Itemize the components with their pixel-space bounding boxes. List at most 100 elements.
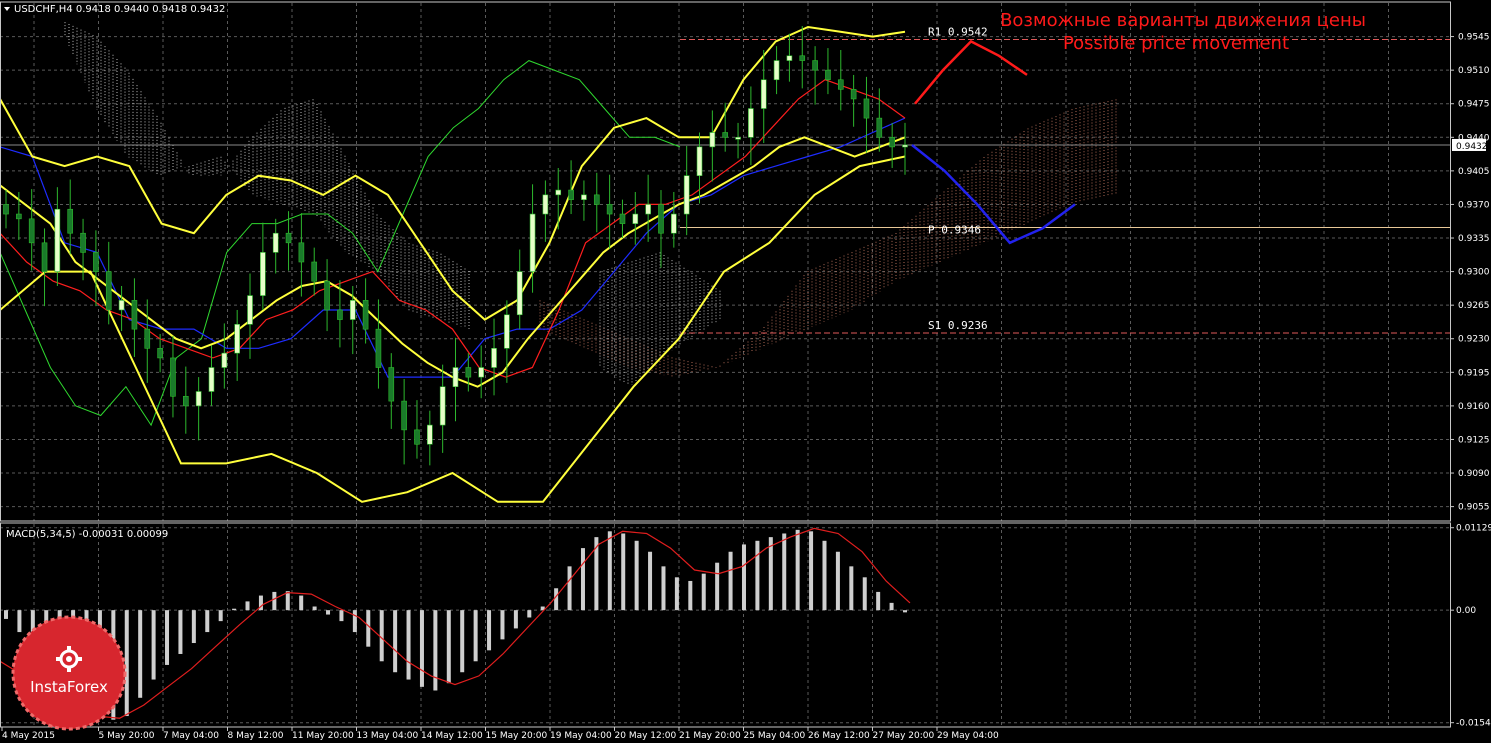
candle-body — [850, 89, 857, 100]
macd-bar — [419, 610, 424, 687]
y-tick-label: 0.9125 — [1458, 435, 1490, 445]
macd-bar — [460, 610, 465, 673]
candle-body — [183, 395, 189, 407]
candle-body — [658, 204, 664, 234]
candle-body — [568, 189, 574, 200]
candle-body — [221, 352, 228, 368]
candle-body — [311, 261, 318, 282]
x-tick-label: 21 May 20:00 — [679, 731, 741, 741]
pivot-label: P 0.9346 — [928, 223, 981, 236]
x-tick-label: 25 May 04:00 — [744, 731, 806, 741]
candle-body — [272, 232, 279, 253]
macd-bar — [4, 610, 8, 619]
x-tick-label: 11 May 20:00 — [292, 731, 354, 741]
x-tick-label: 8 May 12:00 — [228, 731, 284, 741]
macd-info: MACD(5,34,5) -0.00031 0.00099 — [6, 529, 168, 540]
y-tick-label: 0.9510 — [1458, 66, 1490, 76]
y-tick-label: 0.9545 — [1458, 33, 1490, 43]
x-tick-label: 7 May 04:00 — [163, 731, 219, 741]
candle-body — [645, 204, 651, 215]
macd-bar — [554, 588, 559, 611]
current-price-label: 0.9432 — [1456, 142, 1488, 152]
macd-bar — [728, 551, 733, 611]
candle-body — [516, 271, 523, 316]
candle-body — [337, 309, 343, 320]
instaforex-logo: InstaForex — [11, 615, 127, 731]
candle-body — [375, 328, 382, 368]
y-tick-label: 0.9160 — [1458, 402, 1490, 412]
macd-bar — [674, 577, 679, 611]
y-tick-label: 0.9055 — [1458, 503, 1490, 513]
x-tick-label: 5 May 20:00 — [99, 731, 155, 741]
candle-body — [452, 367, 459, 388]
macd-bar — [366, 610, 371, 647]
macd-bar — [487, 610, 492, 651]
macd-bar — [473, 610, 478, 662]
candle-body — [581, 194, 587, 200]
macd-bar — [138, 610, 143, 698]
candle-body — [555, 189, 562, 196]
macd-bar — [782, 533, 787, 611]
macd-bar — [500, 610, 505, 640]
y-tick-label: 0.9370 — [1458, 200, 1490, 210]
candle-body — [529, 213, 536, 272]
x-tick-label: 13 May 04:00 — [357, 731, 419, 741]
macd-bar — [688, 580, 693, 611]
candle-body — [735, 136, 741, 140]
macd-bar — [393, 610, 398, 673]
candle-body — [349, 300, 356, 320]
macd-bar — [352, 610, 357, 633]
candle-body — [491, 348, 497, 368]
macd-bar — [741, 544, 746, 611]
candle-body — [234, 324, 240, 354]
candle-body — [362, 300, 369, 330]
macd-bar — [903, 610, 907, 613]
macd-bar — [312, 606, 317, 611]
macd-bar — [326, 610, 331, 615]
candle-body — [696, 146, 703, 176]
candle-body — [606, 204, 613, 215]
macd-bar — [862, 577, 867, 611]
candle-body — [105, 271, 112, 311]
chart: R1 0.9542 P 0.9346 S1 0.9236 0.9545 0.9510 0… — [0, 0, 1491, 743]
candle-body — [748, 108, 754, 138]
macd-bar — [648, 551, 653, 611]
macd-bar — [755, 540, 760, 611]
x-tick-label: 15 May 20:00 — [486, 731, 548, 741]
macd-bar — [232, 608, 237, 611]
candle-body — [324, 280, 330, 311]
macd-bar — [889, 602, 894, 611]
macd-y-tick-label: 0.01129 — [1456, 524, 1491, 534]
macd-y-tick-label: 0.00 — [1456, 606, 1476, 616]
macd-bar — [165, 610, 170, 665]
candle-body — [28, 218, 35, 244]
candle-body — [504, 314, 510, 349]
y-tick-label: 0.9475 — [1458, 100, 1490, 110]
pivot-label: R1 0.9542 — [928, 25, 988, 38]
candle-body — [67, 208, 74, 234]
macd-bar — [272, 591, 277, 611]
candle-body — [427, 424, 433, 445]
macd-bar — [205, 610, 210, 633]
macd-bar — [621, 533, 626, 611]
candle-body — [401, 400, 407, 431]
candle-body — [837, 79, 844, 90]
x-tick-label: 20 May 12:00 — [615, 731, 677, 741]
y-tick-label: 0.9265 — [1458, 301, 1490, 311]
annotation-en: Possible price movement — [1063, 33, 1289, 54]
x-tick-label: 14 May 12:00 — [421, 731, 483, 741]
candle-body — [285, 232, 292, 244]
macd-bar — [715, 562, 720, 611]
candle-body — [260, 252, 266, 296]
macd-bar — [339, 610, 344, 622]
candle-body — [54, 208, 61, 272]
annotation-ru: Возможные варианты движения цены — [1000, 10, 1366, 31]
candle-body — [195, 391, 202, 407]
candle-body — [93, 252, 99, 272]
macd-bar — [634, 540, 639, 611]
macd-bar — [245, 601, 250, 611]
x-tick-label: 19 May 04:00 — [550, 731, 612, 741]
candle-body — [478, 367, 484, 378]
pivot-label: S1 0.9236 — [928, 319, 988, 332]
macd-bar — [299, 595, 304, 611]
